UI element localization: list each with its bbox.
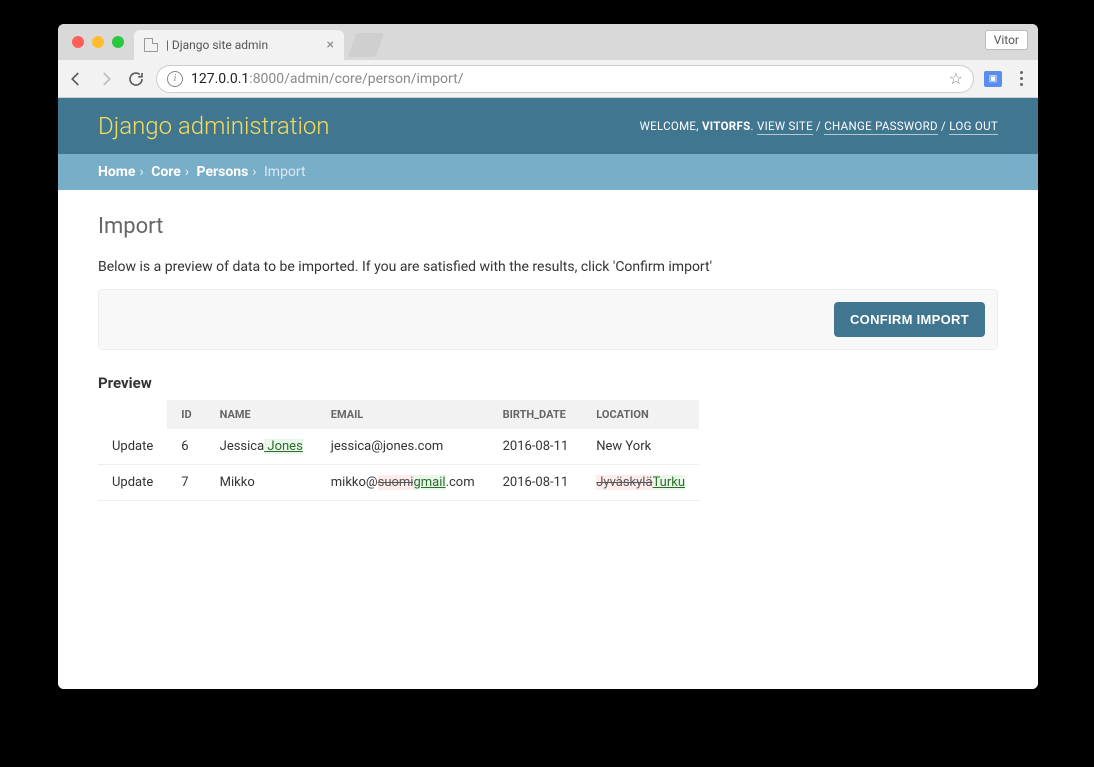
cell-birth-date: 2016-08-11 bbox=[489, 465, 583, 501]
cell-birth-date: 2016-08-11 bbox=[489, 429, 583, 465]
breadcrumb-current: Import bbox=[264, 164, 306, 180]
diff-delete: Jyväskylä bbox=[596, 475, 652, 490]
close-window-icon[interactable] bbox=[72, 36, 84, 48]
browser-toolbar: i 127.0.0.1:8000/admin/core/person/impor… bbox=[58, 60, 1038, 98]
page-title: Import bbox=[98, 214, 998, 239]
cell-action: Update bbox=[98, 465, 167, 501]
site-title: Django administration bbox=[98, 112, 330, 140]
preview-heading: Preview bbox=[98, 374, 998, 392]
diff-insert: Jones bbox=[264, 439, 303, 454]
diff-delete: suomi bbox=[378, 475, 414, 490]
welcome-text: WELCOME, bbox=[640, 119, 702, 133]
breadcrumb-home[interactable]: Home bbox=[98, 164, 135, 180]
logout-link[interactable]: LOG OUT bbox=[949, 119, 998, 135]
admin-header: Django administration WELCOME, VITORFS. … bbox=[58, 98, 1038, 154]
bookmark-star-icon[interactable]: ☆ bbox=[949, 69, 963, 88]
url-text: 127.0.0.1:8000/admin/core/person/import/ bbox=[191, 71, 941, 87]
col-name: NAME bbox=[206, 400, 317, 429]
breadcrumb: Home› Core› Persons› Import bbox=[58, 154, 1038, 190]
new-tab-button[interactable] bbox=[348, 33, 385, 57]
cell-name: Mikko bbox=[206, 465, 317, 501]
site-info-icon[interactable]: i bbox=[167, 71, 183, 87]
url-path: :8000/admin/core/person/import/ bbox=[249, 71, 463, 87]
col-location: LOCATION bbox=[582, 400, 699, 429]
cell-email: jessica@jones.com bbox=[317, 429, 489, 465]
page-content: Django administration WELCOME, VITORFS. … bbox=[58, 98, 1038, 689]
url-host: 127.0.0.1 bbox=[191, 71, 249, 87]
tab-bar: | Django site admin × Vitor bbox=[58, 24, 1038, 60]
back-button[interactable] bbox=[66, 69, 86, 89]
submit-row: Confirm import bbox=[98, 289, 998, 350]
username: VITORFS bbox=[702, 119, 750, 133]
change-password-link[interactable]: CHANGE PASSWORD bbox=[824, 119, 938, 135]
confirm-import-button[interactable]: Confirm import bbox=[834, 302, 985, 337]
profile-badge[interactable]: Vitor bbox=[985, 30, 1028, 50]
browser-menu-icon[interactable] bbox=[1012, 71, 1030, 86]
extension-icon[interactable]: ▣ bbox=[984, 71, 1002, 87]
maximize-window-icon[interactable] bbox=[112, 36, 124, 48]
cell-name: Jessica Jones bbox=[206, 429, 317, 465]
breadcrumb-model[interactable]: Persons bbox=[197, 164, 249, 180]
user-tools: WELCOME, VITORFS. VIEW SITE / CHANGE PAS… bbox=[640, 119, 998, 133]
table-row: Update 7 Mikko mikko@suomigmail.com 2016… bbox=[98, 465, 699, 501]
address-bar[interactable]: i 127.0.0.1:8000/admin/core/person/impor… bbox=[156, 65, 974, 93]
close-tab-icon[interactable]: × bbox=[327, 37, 334, 53]
browser-window: | Django site admin × Vitor i 127.0.0.1:… bbox=[58, 24, 1038, 689]
col-id: ID bbox=[167, 400, 205, 429]
cell-location: New York bbox=[582, 429, 699, 465]
cell-id: 6 bbox=[167, 429, 205, 465]
col-birth-date: BIRTH_DATE bbox=[489, 400, 583, 429]
main-content: Import Below is a preview of data to be … bbox=[58, 190, 1038, 541]
forward-button[interactable] bbox=[96, 69, 116, 89]
table-row: Update 6 Jessica Jones jessica@jones.com… bbox=[98, 429, 699, 465]
col-action bbox=[98, 400, 167, 429]
cell-id: 7 bbox=[167, 465, 205, 501]
cell-action: Update bbox=[98, 429, 167, 465]
breadcrumb-app[interactable]: Core bbox=[151, 164, 181, 180]
window-controls bbox=[66, 24, 134, 60]
reload-button[interactable] bbox=[126, 69, 146, 89]
preview-table: ID NAME EMAIL BIRTH_DATE LOCATION Update… bbox=[98, 400, 699, 501]
page-icon bbox=[144, 38, 158, 52]
browser-tab[interactable]: | Django site admin × bbox=[134, 30, 344, 60]
help-text: Below is a preview of data to be importe… bbox=[98, 259, 998, 275]
col-email: EMAIL bbox=[317, 400, 489, 429]
tab-title: | Django site admin bbox=[166, 38, 268, 52]
diff-insert: gmail bbox=[413, 475, 445, 490]
cell-email: mikko@suomigmail.com bbox=[317, 465, 489, 501]
diff-insert: Turku bbox=[653, 475, 685, 490]
minimize-window-icon[interactable] bbox=[92, 36, 104, 48]
cell-location: JyväskyläTurku bbox=[582, 465, 699, 501]
view-site-link[interactable]: VIEW SITE bbox=[757, 119, 813, 135]
